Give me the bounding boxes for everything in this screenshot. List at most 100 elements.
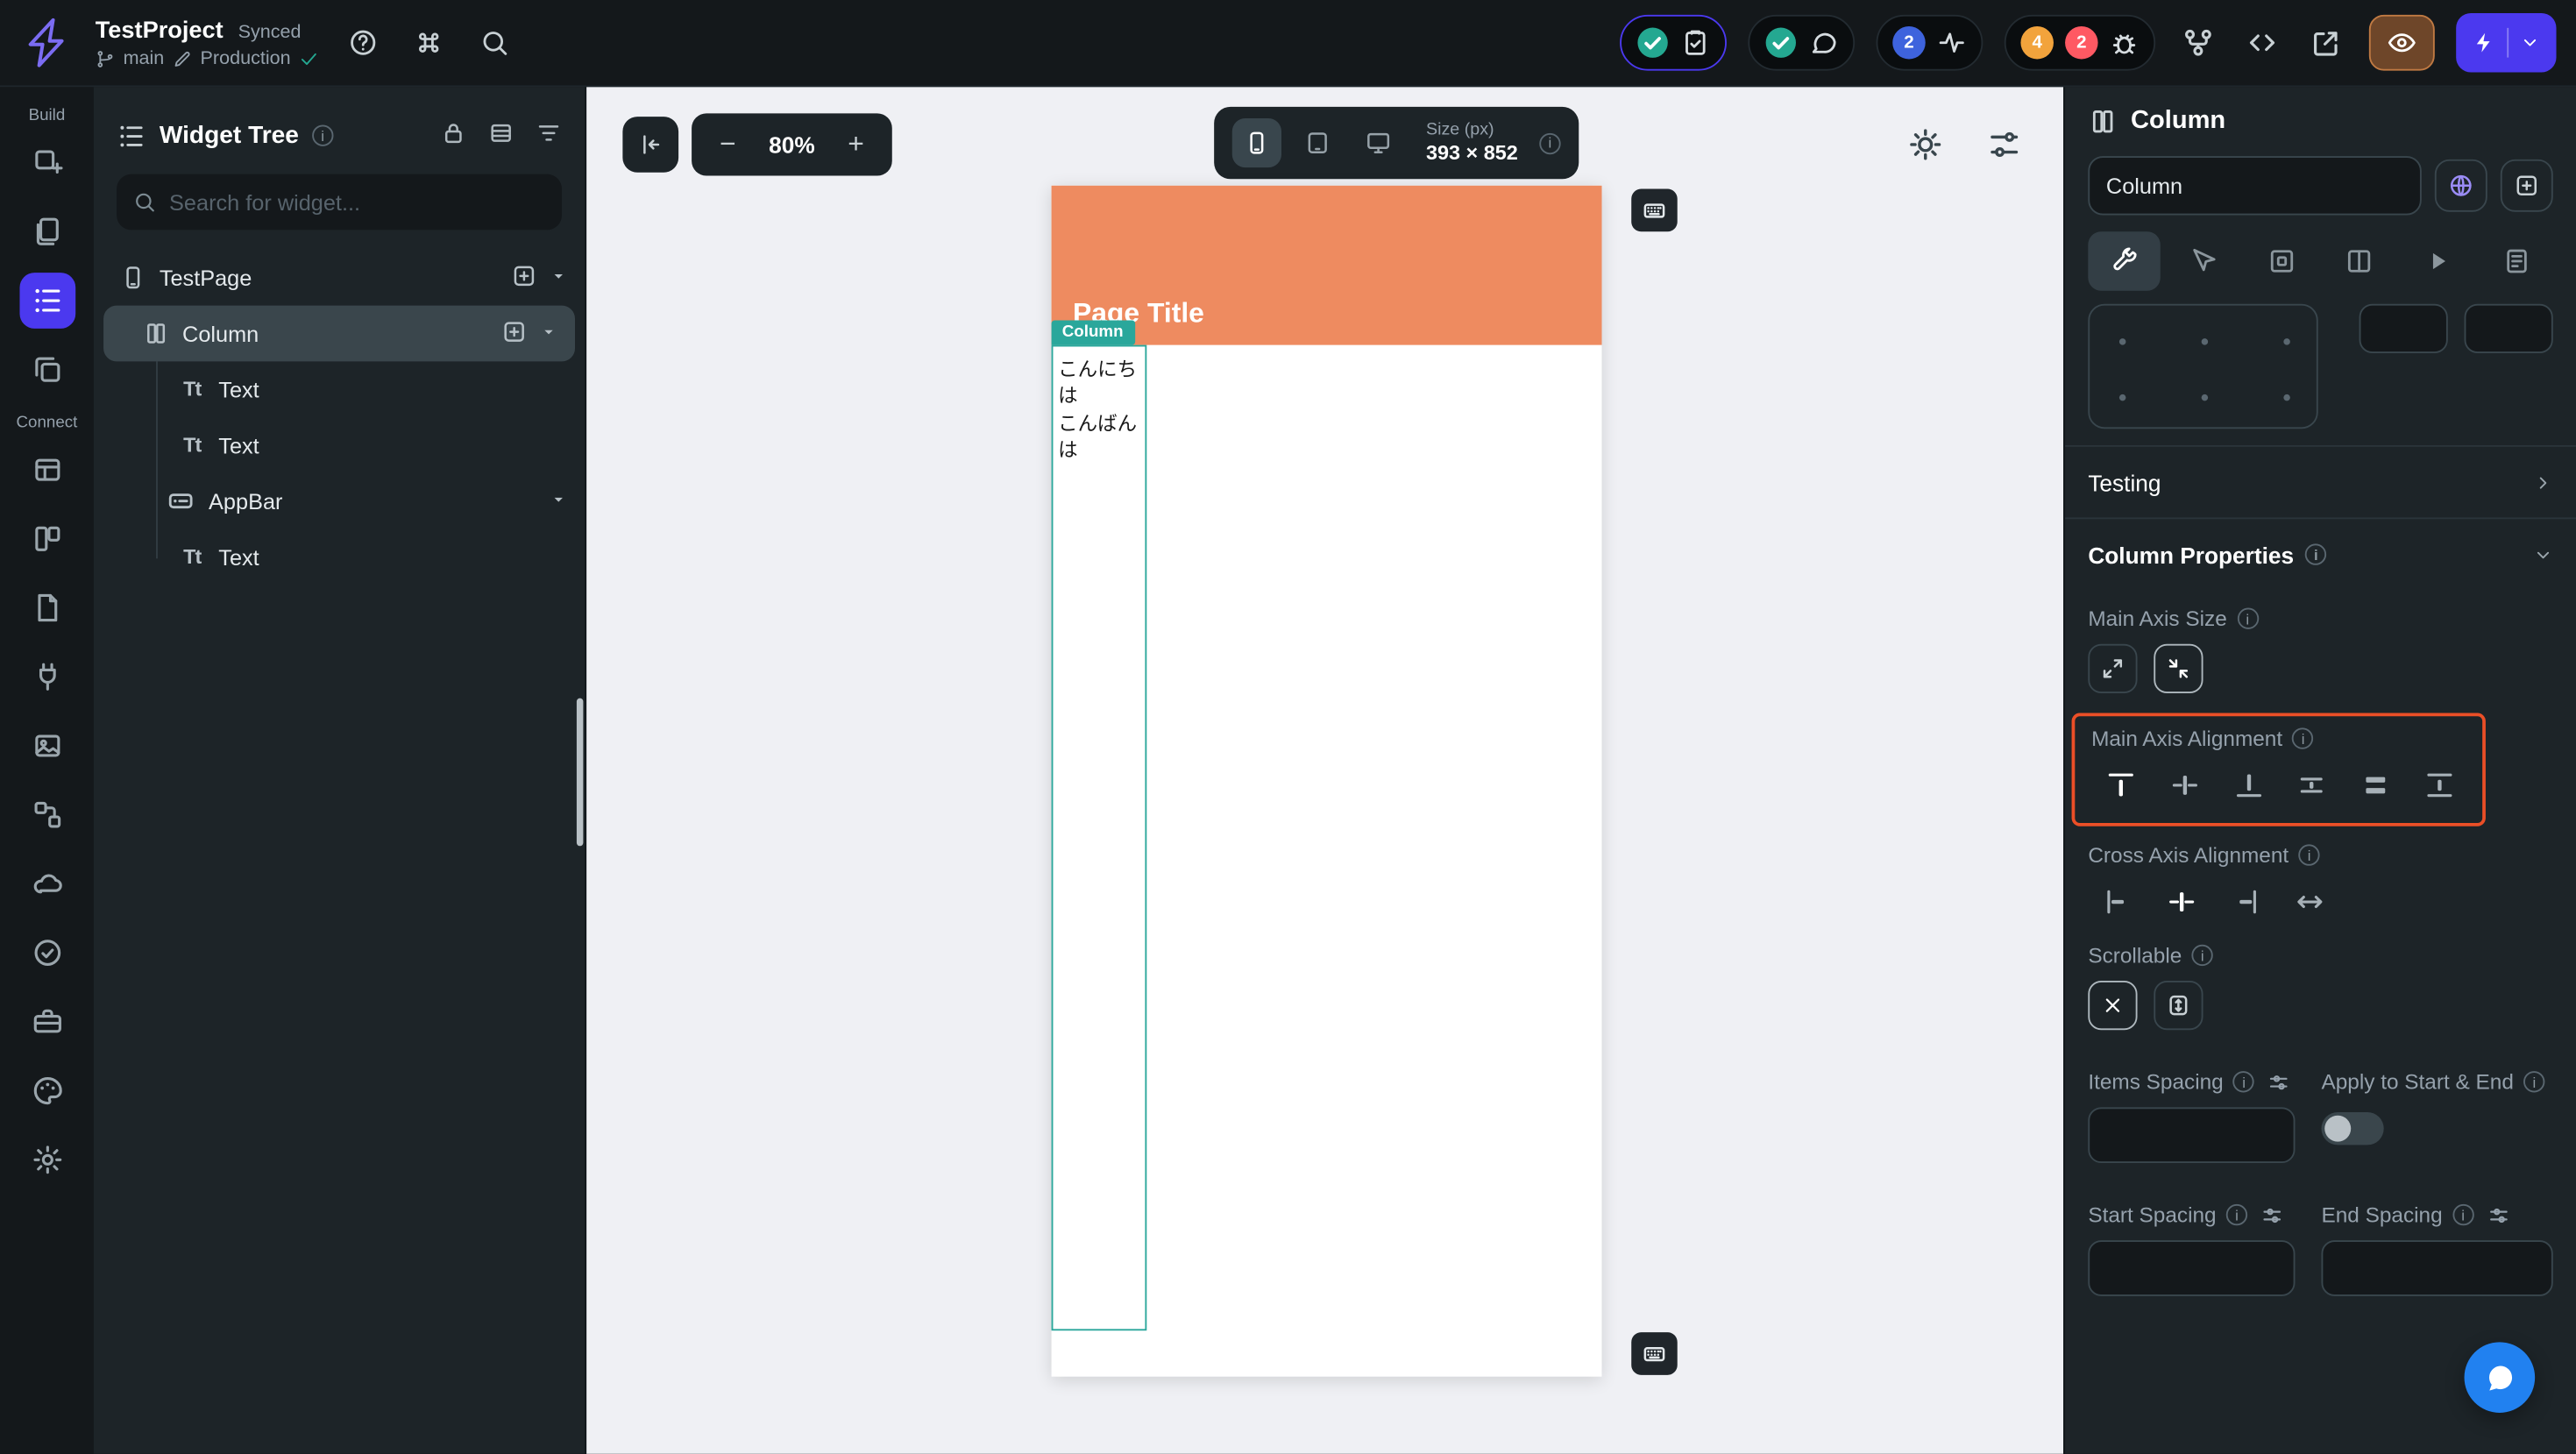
rail-integrations-button[interactable] — [19, 649, 75, 705]
zoom-in-button[interactable]: + — [830, 118, 883, 171]
tab-animations[interactable] — [2402, 231, 2474, 290]
alignment-dot[interactable] — [2283, 394, 2290, 401]
cross-align-center-button[interactable] — [2152, 877, 2211, 926]
adjust-icon[interactable] — [2267, 1070, 2290, 1093]
canvas-area[interactable]: − 80% + Size (px) 393 × 852 i Page Title… — [586, 87, 2064, 1454]
row-menu-button[interactable] — [549, 489, 568, 514]
project-health-pill[interactable] — [1620, 14, 1727, 71]
items-spacing-input[interactable] — [2088, 1107, 2296, 1164]
tree-row-testpage[interactable]: TestPage — [94, 250, 585, 306]
info-icon[interactable] — [2225, 1203, 2248, 1226]
adjust-icon[interactable] — [2487, 1203, 2509, 1226]
rail-media-button[interactable] — [19, 718, 75, 774]
light-mode-toggle-button[interactable] — [1901, 120, 1950, 169]
zoom-out-button[interactable]: − — [701, 118, 754, 171]
main-align-space-evenly-button[interactable] — [2346, 761, 2405, 810]
device-desktop-button[interactable] — [1353, 118, 1402, 167]
activity-pill[interactable]: 2 — [1876, 14, 1983, 71]
scrollable-on-button[interactable] — [2154, 980, 2203, 1031]
environment-name[interactable]: Production — [201, 48, 291, 67]
tab-documentation[interactable] — [2480, 231, 2552, 290]
alignment-y-input[interactable] — [2464, 303, 2553, 353]
edit-environment-icon[interactable] — [173, 48, 192, 67]
end-spacing-input[interactable] — [2321, 1240, 2553, 1296]
issues-pill[interactable]: 4 2 — [2004, 14, 2156, 71]
add-child-widget-button[interactable] — [501, 318, 528, 350]
main-axis-size-min-button[interactable] — [2154, 643, 2203, 693]
tree-row-appbar[interactable]: AppBar — [94, 473, 585, 529]
tree-options-button[interactable] — [536, 120, 562, 152]
tree-row-text-3[interactable]: Text — [94, 529, 585, 585]
info-icon[interactable] — [2292, 727, 2314, 749]
preview-button[interactable] — [2368, 14, 2435, 71]
alignment-dot[interactable] — [2201, 394, 2209, 401]
alignment-dot[interactable] — [2118, 394, 2126, 401]
alignment-dot[interactable] — [2283, 338, 2290, 345]
panel-layout-button[interactable] — [488, 120, 514, 152]
main-align-center-button[interactable] — [2155, 761, 2214, 810]
rail-checks-button[interactable] — [19, 925, 75, 981]
info-icon[interactable] — [2298, 844, 2320, 866]
alignment-dot[interactable] — [2118, 338, 2126, 345]
widget-search-input[interactable] — [169, 189, 546, 215]
tab-properties[interactable] — [2088, 231, 2161, 291]
tree-row-column-selected[interactable]: Column — [103, 305, 576, 362]
adjust-icon[interactable] — [2260, 1203, 2283, 1226]
main-align-start-button[interactable] — [2091, 761, 2150, 810]
rail-settings-button[interactable] — [19, 1131, 75, 1188]
selection-badge[interactable]: Column — [1050, 320, 1135, 345]
rail-pages-button[interactable] — [19, 203, 75, 259]
run-app-button[interactable] — [2456, 12, 2557, 73]
phone-preview[interactable]: Page Title Column こんにちは こんばんは — [1050, 185, 1602, 1377]
widget-name-input[interactable] — [2088, 156, 2422, 216]
testing-section-toggle[interactable]: Testing — [2065, 444, 2576, 517]
cross-align-stretch-button[interactable] — [2281, 877, 2339, 926]
open-external-button[interactable] — [2305, 21, 2348, 64]
device-tablet-button[interactable] — [1293, 118, 1342, 167]
alignment-dot[interactable] — [2201, 338, 2209, 345]
scrollable-off-button[interactable] — [2088, 980, 2138, 1031]
shortcuts-button[interactable] — [408, 21, 451, 64]
help-button[interactable] — [342, 21, 385, 64]
tree-row-text-2[interactable]: Text — [94, 417, 585, 473]
lock-widgets-button[interactable] — [440, 120, 466, 152]
text-widget-preview[interactable]: こんにちは — [1053, 346, 1145, 408]
branch-name[interactable]: main — [124, 48, 165, 67]
comments-pill[interactable] — [1748, 14, 1856, 71]
code-view-button[interactable] — [2241, 21, 2284, 64]
info-icon[interactable] — [2523, 1071, 2545, 1093]
save-as-component-button[interactable] — [2500, 159, 2553, 212]
info-icon[interactable] — [2452, 1203, 2474, 1226]
main-axis-size-max-button[interactable] — [2088, 643, 2138, 693]
main-align-end-button[interactable] — [2219, 761, 2278, 810]
rail-theme-button[interactable] — [19, 1063, 75, 1119]
support-chat-button[interactable] — [2464, 1342, 2536, 1413]
info-icon[interactable] — [311, 124, 334, 146]
text-widget-preview[interactable]: こんばんは — [1053, 409, 1145, 464]
global-properties-button[interactable] — [2434, 159, 2487, 212]
rail-files-button[interactable] — [19, 580, 75, 636]
rail-components-button[interactable] — [19, 342, 75, 398]
rail-automations-button[interactable] — [19, 787, 75, 843]
rail-database-button[interactable] — [19, 442, 75, 498]
collapse-panel-button[interactable] — [622, 117, 679, 173]
info-icon[interactable] — [2232, 1071, 2255, 1093]
row-menu-button[interactable] — [549, 266, 568, 290]
tab-padding[interactable] — [2245, 231, 2317, 290]
column-properties-toggle[interactable]: Column Properties — [2065, 517, 2576, 589]
branching-button[interactable] — [2177, 21, 2220, 64]
flutterflow-logo-icon[interactable] — [17, 15, 73, 71]
apply-start-end-toggle[interactable] — [2321, 1111, 2384, 1145]
rail-toolbox-button[interactable] — [19, 994, 75, 1050]
rail-cloud-button[interactable] — [19, 856, 75, 912]
page-body-preview[interactable]: Column こんにちは こんばんは — [1050, 320, 1602, 1377]
row-menu-button[interactable] — [539, 321, 558, 345]
column-selection-overlay[interactable]: Column こんにちは こんばんは — [1050, 320, 1147, 1331]
alignment-grid[interactable] — [2088, 303, 2318, 429]
info-icon[interactable] — [2237, 607, 2259, 629]
cross-align-start-button[interactable] — [2088, 877, 2147, 926]
rail-add-widget-button[interactable] — [19, 135, 75, 191]
add-child-widget-button[interactable] — [511, 262, 537, 294]
scrollbar-thumb[interactable] — [576, 698, 584, 847]
start-spacing-input[interactable] — [2088, 1240, 2296, 1296]
